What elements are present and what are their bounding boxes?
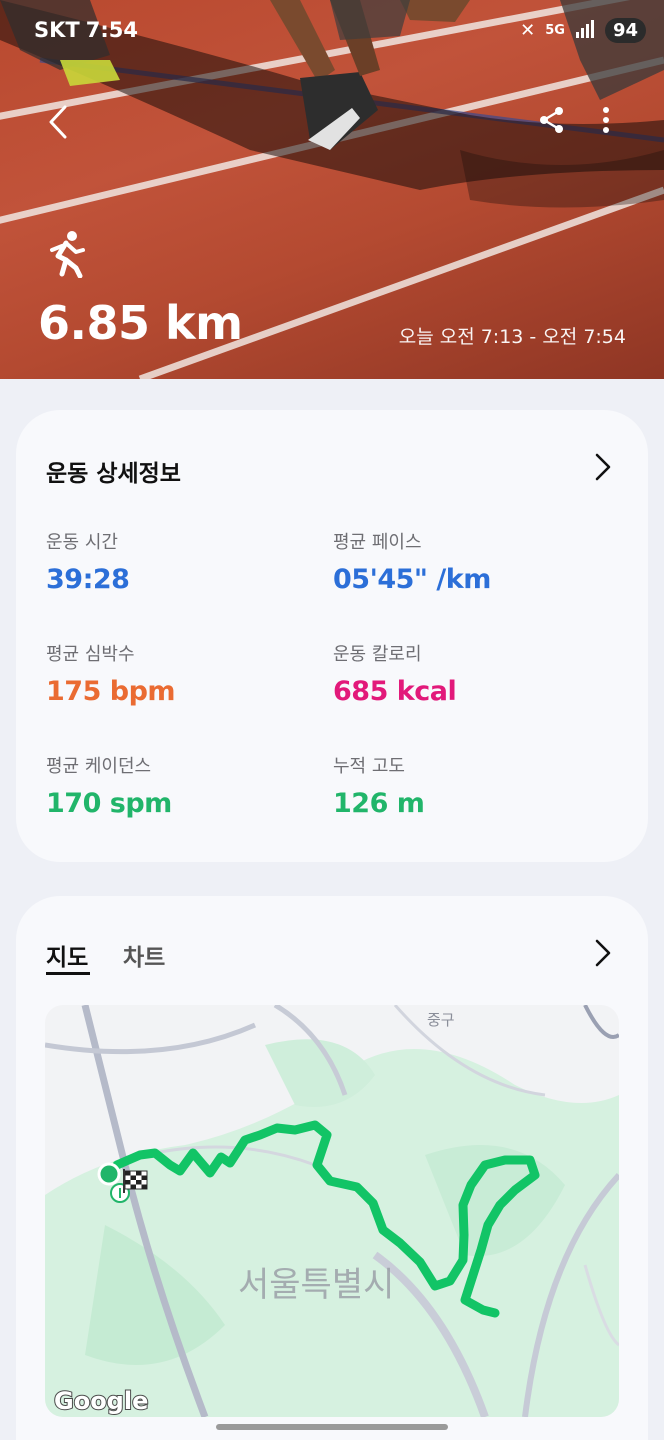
google-attribution: Google bbox=[54, 1387, 148, 1415]
more-options-button[interactable] bbox=[584, 98, 628, 142]
stat-average-pace: 평균 페이스 05'45" /km bbox=[333, 528, 613, 595]
distance-value: 6.85 km bbox=[38, 296, 243, 350]
route-map[interactable]: 중구 서울특별시 Google bbox=[45, 1005, 619, 1417]
carrier-label: SKT bbox=[34, 18, 80, 42]
stat-average-cadence: 평균 케이던스 170 spm bbox=[46, 752, 326, 819]
details-title: 운동 상세정보 bbox=[46, 461, 181, 487]
stat-average-heart-rate: 평균 심박수 175 bpm bbox=[46, 640, 326, 707]
chevron-left-icon bbox=[49, 105, 67, 139]
map-chart-card: 지도 차트 중구 서울특별시 Google bbox=[16, 896, 648, 1440]
workout-time-range: 오늘 오전 7:13 - 오전 7:54 bbox=[398, 326, 626, 348]
tab-map[interactable]: 지도 bbox=[46, 938, 88, 972]
stat-label: 평균 심박수 bbox=[46, 644, 135, 665]
stat-value: 126 m bbox=[333, 788, 425, 819]
signal-icon bbox=[575, 19, 595, 43]
city-label: 서울특별시 bbox=[238, 1265, 394, 1305]
chevron-right-icon[interactable] bbox=[588, 938, 618, 968]
stat-workout-time: 운동 시간 39:28 bbox=[46, 528, 326, 595]
stat-value: 05'45" /km bbox=[333, 564, 491, 595]
tab-chart[interactable]: 차트 bbox=[123, 938, 165, 972]
home-indicator[interactable] bbox=[216, 1424, 448, 1430]
stat-value: 175 bpm bbox=[46, 676, 176, 707]
hero-banner: SKT 7:54 ✕ 5G 94 6.85 km 오늘 오전 7:13 - 오전… bbox=[0, 0, 664, 379]
workout-details-card[interactable]: 운동 상세정보 운동 시간 39:28 평균 페이스 05'45" /km 평균… bbox=[16, 410, 648, 862]
stat-label: 평균 페이스 bbox=[333, 532, 422, 553]
stat-value: 170 spm bbox=[46, 788, 172, 819]
map-canvas: 중구 서울특별시 Google bbox=[45, 1005, 619, 1417]
mute-icon: ✕ bbox=[520, 20, 536, 41]
stat-value: 685 kcal bbox=[333, 676, 457, 707]
stat-elevation-gain: 누적 고도 126 m bbox=[333, 752, 613, 819]
share-button[interactable] bbox=[530, 98, 574, 142]
clock: 7:54 bbox=[85, 18, 138, 42]
stat-label: 누적 고도 bbox=[333, 756, 405, 777]
stat-label: 평균 케이던스 bbox=[46, 756, 152, 777]
running-icon bbox=[46, 230, 86, 282]
stat-label: 운동 칼로리 bbox=[333, 644, 422, 665]
stat-label: 운동 시간 bbox=[46, 532, 118, 553]
start-marker-icon bbox=[97, 1162, 121, 1186]
stat-value: 39:28 bbox=[46, 564, 130, 595]
active-tab-indicator bbox=[46, 972, 90, 975]
more-vertical-icon bbox=[603, 107, 609, 133]
stat-calories: 운동 칼로리 685 kcal bbox=[333, 640, 613, 707]
battery-indicator: 94 bbox=[604, 18, 646, 43]
finish-flag-icon bbox=[123, 1169, 148, 1193]
share-icon bbox=[540, 107, 563, 133]
status-bar: SKT 7:54 ✕ 5G 94 bbox=[0, 18, 664, 52]
chevron-right-icon[interactable] bbox=[588, 452, 618, 482]
network-label: 5G bbox=[545, 23, 565, 38]
back-button[interactable] bbox=[36, 100, 80, 144]
district-label: 중구 bbox=[427, 1011, 455, 1029]
